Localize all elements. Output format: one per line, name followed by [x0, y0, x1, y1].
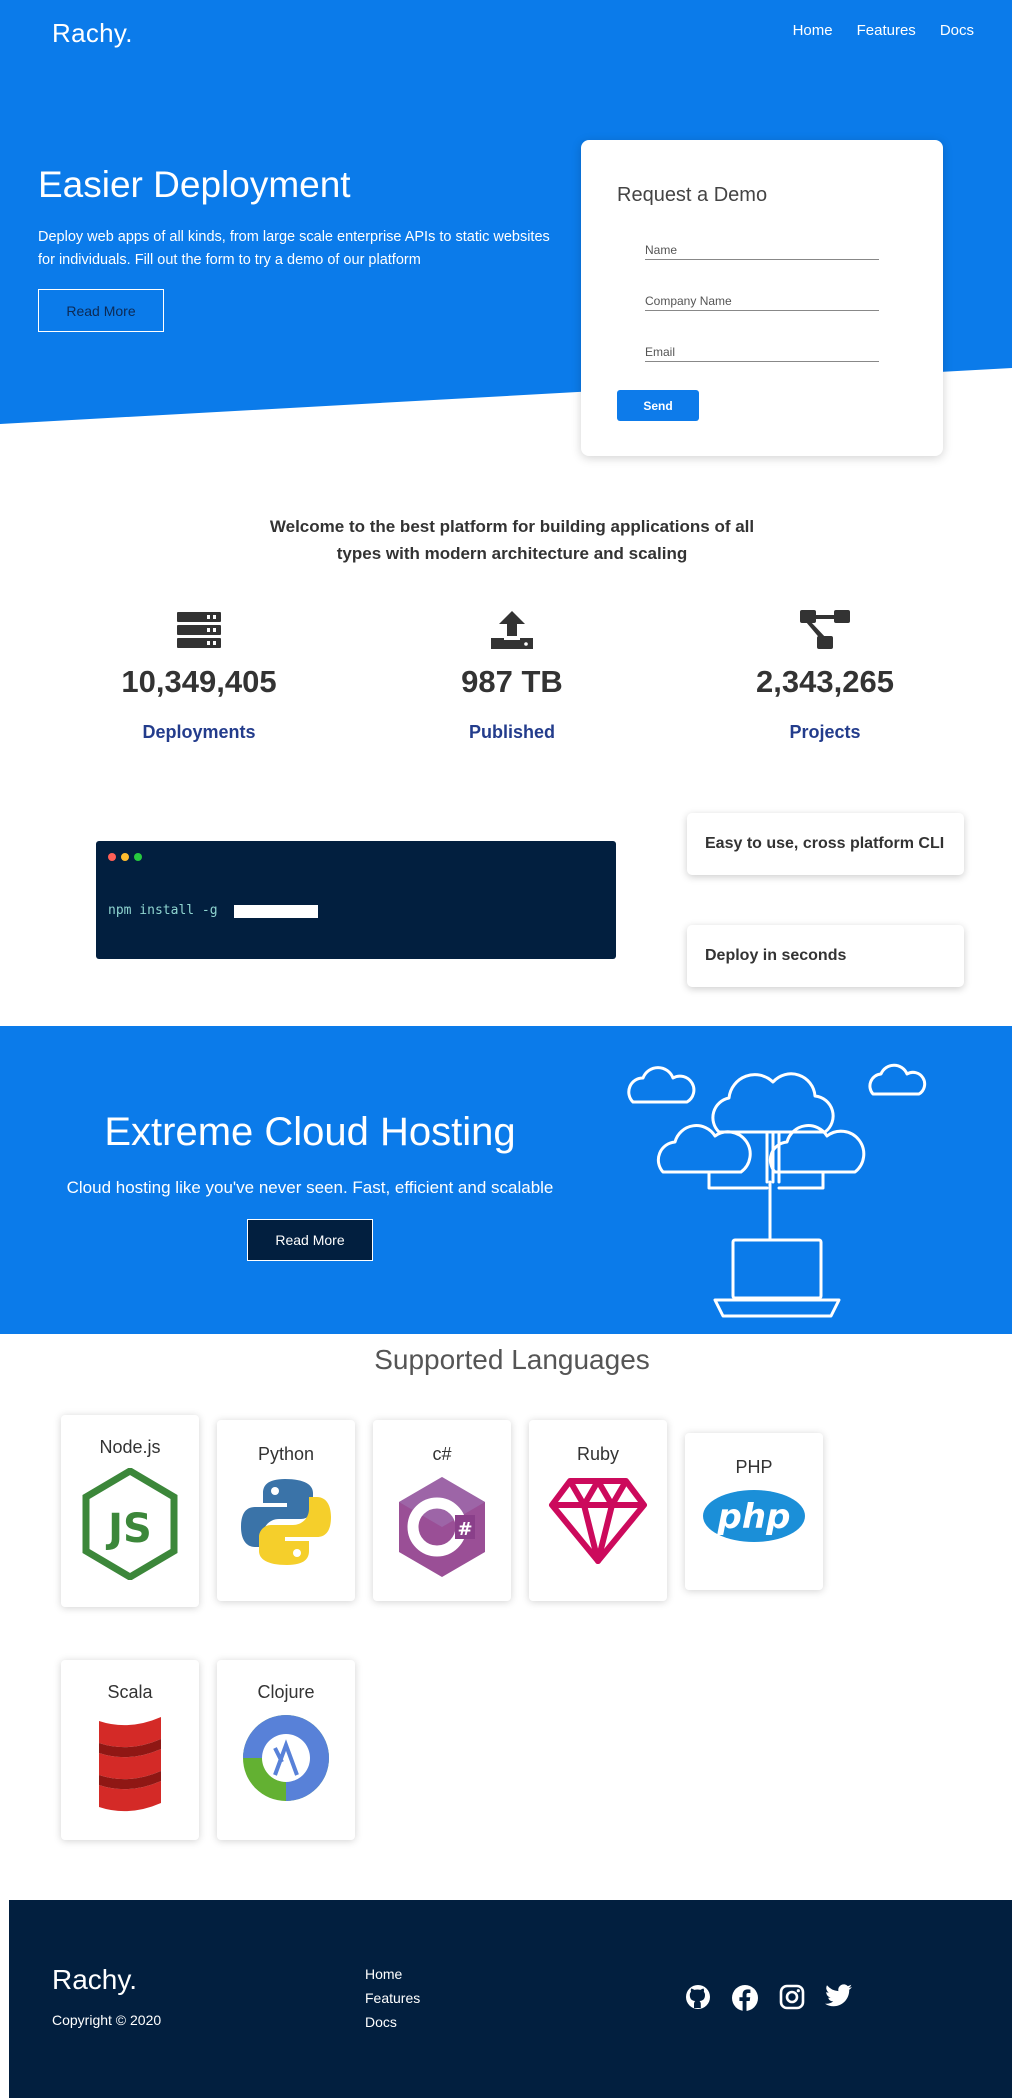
footer-copyright: Copyright © 2020: [52, 2012, 162, 2028]
nav-docs[interactable]: Docs: [940, 22, 974, 39]
server-icon: [79, 610, 319, 650]
svg-text:#: #: [457, 1519, 472, 1540]
stat-label: Deployments: [142, 722, 256, 742]
language-name: PHP: [735, 1457, 773, 1477]
stat-label: Published: [468, 722, 555, 742]
stat-published: 987 TB Published: [392, 610, 632, 743]
language-card-scala[interactable]: Scala: [61, 1660, 199, 1840]
footer: Rachy. Copyright © 2020 Home Features Do…: [9, 1900, 1012, 2098]
company-name-field[interactable]: Company Name: [645, 294, 879, 311]
language-name: Clojure: [257, 1682, 315, 1702]
github-icon[interactable]: [685, 1984, 711, 2017]
language-name: c#: [432, 1444, 452, 1464]
hero-title: Easier Deployment: [38, 164, 351, 205]
python-icon: [217, 1475, 355, 1569]
footer-nav: Home Features Docs: [365, 1966, 420, 2030]
feature-card-cli: Easy to use, cross platform CLI: [687, 813, 964, 875]
nav-home[interactable]: Home: [793, 22, 833, 39]
ruby-icon: [529, 1475, 667, 1565]
welcome-text: Welcome to the best platform for buildin…: [269, 517, 755, 563]
send-button[interactable]: Send: [617, 390, 699, 421]
clojure-icon: [217, 1713, 355, 1803]
facebook-icon[interactable]: [731, 1984, 759, 2017]
close-dot: [108, 853, 116, 861]
language-card-clojure[interactable]: Clojure: [217, 1660, 355, 1840]
twitter-icon[interactable]: [825, 1984, 853, 2017]
stat-label: Projects: [789, 722, 861, 742]
language-card-ruby[interactable]: Ruby: [529, 1420, 667, 1601]
hero-description: Deploy web apps of all kinds, from large…: [38, 229, 550, 268]
svg-text:php: php: [717, 1497, 791, 1537]
project-diagram-icon: [705, 610, 945, 650]
footer-brand[interactable]: Rachy.: [52, 1964, 137, 1996]
language-card-python[interactable]: Python: [217, 1420, 355, 1601]
languages-title: Supported Languages: [374, 1344, 650, 1375]
language-name: Python: [257, 1444, 315, 1464]
upload-icon: [392, 610, 632, 650]
scala-icon: [61, 1713, 199, 1813]
demo-form: Request a Demo Name Company Name Email S…: [581, 140, 943, 456]
cloud-description: Cloud hosting like you've never seen. Fa…: [66, 1178, 554, 1197]
minimize-dot: [121, 853, 129, 861]
stat-value: 987 TB: [461, 664, 563, 699]
instagram-icon[interactable]: [779, 1984, 805, 2017]
language-card-csharp[interactable]: c# #: [373, 1420, 511, 1601]
language-card-nodejs[interactable]: Node.js JS: [61, 1415, 199, 1607]
cloud-network-illustration: [627, 1063, 927, 1318]
read-more-button[interactable]: Read More: [38, 289, 164, 332]
csharp-icon: #: [373, 1475, 511, 1579]
svg-text:JS: JS: [105, 1506, 152, 1552]
stat-value: 2,343,265: [756, 664, 894, 699]
feature-card-deploy: Deploy in seconds: [687, 925, 964, 987]
hero-section: Rachy. Home Features Docs Easier Deploym…: [0, 0, 1012, 456]
stat-deployments: 10,349,405 Deployments: [79, 610, 319, 743]
cloud-read-more-button[interactable]: Read More: [247, 1219, 373, 1261]
terminal-window: npm install -g: [96, 841, 616, 959]
footer-link-home[interactable]: Home: [365, 1966, 420, 1982]
top-nav: Home Features Docs: [793, 22, 974, 39]
footer-link-features[interactable]: Features: [365, 1990, 420, 2006]
brand-logo[interactable]: Rachy.: [52, 18, 133, 49]
language-name: Scala: [107, 1682, 153, 1702]
terminal-cursor: [234, 905, 318, 918]
footer-link-docs[interactable]: Docs: [365, 2014, 420, 2030]
name-field[interactable]: Name: [645, 243, 879, 260]
language-name: Ruby: [576, 1444, 620, 1464]
social-links: [685, 1984, 853, 2017]
language-card-php[interactable]: PHP php: [685, 1433, 823, 1590]
stat-value: 10,349,405: [121, 664, 277, 699]
email-field[interactable]: Email: [645, 345, 879, 362]
landing-page: Rachy. Home Features Docs Easier Deploym…: [0, 0, 1012, 2098]
nav-features[interactable]: Features: [857, 22, 916, 39]
language-name: Node.js: [99, 1437, 161, 1457]
maximize-dot: [134, 853, 142, 861]
cloud-title: Extreme Cloud Hosting: [104, 1110, 516, 1154]
demo-form-title: Request a Demo: [617, 184, 768, 206]
terminal-command: npm install -g: [108, 903, 218, 918]
cloud-hosting-section: Extreme Cloud Hosting Cloud hosting like…: [0, 1026, 1012, 1334]
nodejs-icon: JS: [61, 1468, 199, 1580]
stat-projects: 2,343,265 Projects: [705, 610, 945, 743]
php-icon: php: [685, 1488, 823, 1544]
